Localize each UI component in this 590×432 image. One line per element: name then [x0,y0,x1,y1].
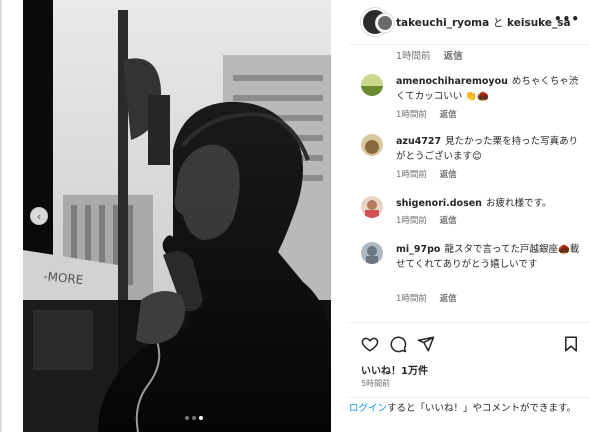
post-side-panel: takeuchi_ryoma と keisuke_sakai.s ••• 1時間… [349,0,590,432]
comment-text: mi_97po 龍スタで言ってた戸越銀座🌰載せてくれてありがとう嬉しいです [396,242,586,272]
comment-text: azu4727 見たかった栗を持った写真ありがとうございます😊 [396,134,586,164]
post-authors: takeuchi_ryoma と keisuke_sakai.s [396,15,571,30]
avatar[interactable] [361,242,383,264]
comment-meta: 1時間前 返信 [396,214,467,226]
comment-time: 1時間前 [396,216,427,226]
like-count[interactable]: いいね！1万件 [361,362,428,377]
comment-meta: 1時間前 返信 [396,168,467,180]
collab-avatar[interactable] [376,14,394,32]
comments-list[interactable]: 1時間前 返信 amenochiharemoyou めちゃくちゃ渋くてカッコいい … [349,44,590,322]
comment-content: お疲れ様です。 [485,198,552,209]
comment-time: 1時間前 [396,51,431,62]
author-connector: と [492,17,504,29]
bookmark-icon[interactable] [562,335,580,353]
reply-button[interactable]: 返信 [444,51,463,62]
author-username[interactable]: takeuchi_ryoma [396,17,489,29]
carousel-dot [192,416,196,420]
carousel-dot-active [199,416,203,420]
comment-icon[interactable] [389,335,407,353]
post-header: takeuchi_ryoma と keisuke_sakai.s ••• [349,0,590,45]
reply-button[interactable]: 返信 [440,216,457,226]
comment-username[interactable]: shigenori.dosen [396,198,482,209]
chevron-left-icon: ‹ [36,209,42,223]
reply-button[interactable]: 返信 [440,170,457,180]
share-icon[interactable] [417,335,435,353]
photo-image: -MORE [23,0,331,432]
comment-time: 1時間前 [396,110,427,120]
carousel-dot [185,416,189,420]
carousel-dots [185,416,203,420]
avatar[interactable] [361,196,383,218]
more-horizontal-icon[interactable]: ••• [554,12,580,26]
carousel-prev-button[interactable]: ‹ [30,207,48,225]
reply-button[interactable]: 返信 [440,294,457,304]
login-message: すると「いいね！」やコメントができます。 [387,403,577,414]
avatar[interactable] [361,134,383,156]
comment-time: 1時間前 [396,294,427,304]
comment-text: shigenori.dosen お疲れ様です。 [396,196,586,211]
action-bar [349,322,590,363]
comment-username[interactable]: amenochiharemoyou [396,76,508,87]
post-timestamp: 5時間前 [361,379,391,388]
login-prompt: ログインすると「いいね！」やコメントができます。 [349,397,590,432]
comment-meta: 1時間前 返信 [396,48,463,62]
comment-time: 1時間前 [396,170,427,180]
post-photo[interactable]: -MORE ‹ [23,0,331,432]
comment-username[interactable]: azu4727 [396,136,441,147]
comment-meta: 1時間前 返信 [396,292,467,304]
avatar[interactable] [361,74,383,96]
comment-text: amenochiharemoyou めちゃくちゃ渋くてカッコいい 👏🌰 [396,74,586,104]
reply-button[interactable]: 返信 [440,110,457,120]
heart-icon[interactable] [361,335,379,353]
comment-meta: 1時間前 返信 [396,108,467,120]
login-link[interactable]: ログイン [349,403,387,414]
comment-username[interactable]: mi_97po [396,244,440,255]
post-modal: -MORE ‹ takeuchi_ryoma と keisuke_sa ••• … [0,0,590,432]
